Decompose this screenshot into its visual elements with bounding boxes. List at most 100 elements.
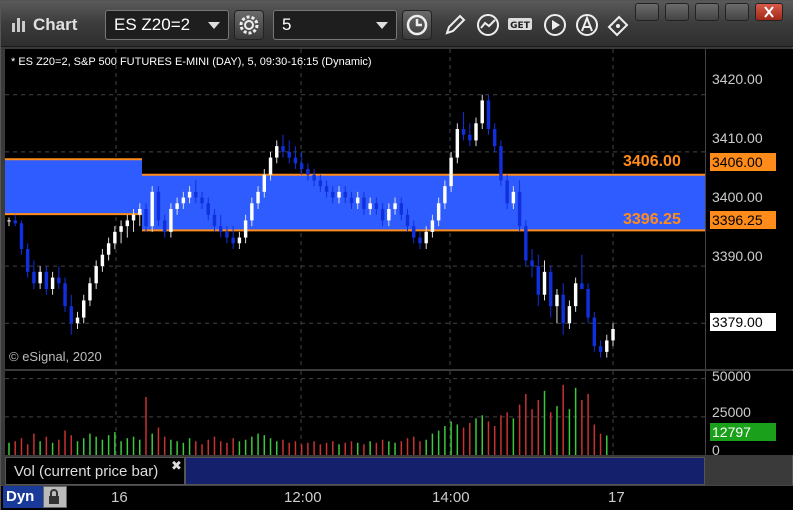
- price-chart-svg[interactable]: [5, 49, 761, 369]
- pin-button[interactable]: [635, 3, 659, 21]
- candle-body: [119, 226, 123, 232]
- maximize-button[interactable]: [725, 3, 749, 21]
- candle-body: [343, 191, 347, 198]
- dynamic-mode-button[interactable]: Dyn: [3, 486, 43, 508]
- chart-app-icon: [12, 18, 25, 32]
- chevron-down-icon[interactable]: [376, 22, 388, 29]
- svg-text:GET: GET: [510, 21, 531, 31]
- candle-body: [418, 237, 422, 244]
- candle-body: [156, 191, 161, 221]
- candle-body: [200, 197, 204, 204]
- candle-body: [237, 237, 242, 244]
- settings-button[interactable]: [234, 10, 264, 40]
- candle-body: [430, 220, 435, 232]
- chevron-down-icon[interactable]: [208, 22, 220, 29]
- title-bar: Chart ES Z20=2 5 GET: [1, 1, 793, 47]
- candle-body: [194, 191, 198, 198]
- candle-body: [387, 209, 391, 221]
- candle-body: [125, 220, 130, 227]
- candle-body: [275, 146, 279, 158]
- candle-body: [355, 197, 360, 204]
- interval-clock-button[interactable]: [402, 10, 432, 40]
- minimize-button[interactable]: [695, 3, 719, 21]
- pencil-icon[interactable]: [441, 11, 469, 39]
- candle-body: [82, 300, 86, 318]
- lower-level-label: 3396.25: [623, 211, 681, 228]
- copyright-text: © eSignal, 2020: [9, 349, 102, 364]
- candle-body: [580, 283, 584, 289]
- price-axis[interactable]: 3420.00 3410.00 3400.00 3390.00 3406.00 …: [705, 49, 793, 369]
- volume-axis[interactable]: 50000 25000 0 12797: [705, 368, 793, 458]
- candle-body: [63, 283, 67, 307]
- candle-body: [474, 123, 478, 141]
- candle-body: [536, 266, 540, 295]
- price-zone: [5, 159, 142, 215]
- candle-body: [505, 180, 509, 204]
- studies-icon[interactable]: [474, 11, 502, 39]
- lower-level-price-label: 3396.25: [710, 211, 776, 229]
- close-icon: [764, 6, 774, 18]
- alert-icon[interactable]: [573, 11, 601, 39]
- candle-body: [530, 260, 534, 267]
- candle-body: [281, 146, 285, 152]
- candle-body: [131, 214, 136, 221]
- candle-body: [511, 191, 516, 204]
- candle-body: [94, 266, 98, 284]
- candle-body: [306, 169, 310, 175]
- candle-body: [218, 226, 223, 232]
- candle-body: [50, 277, 55, 289]
- candle-body: [268, 157, 273, 175]
- close-icon[interactable]: ✖: [171, 458, 182, 474]
- symbol-input[interactable]: ES Z20=2: [105, 10, 229, 40]
- candle-body: [499, 146, 503, 181]
- candle-body: [212, 214, 217, 227]
- candle-body: [106, 243, 111, 255]
- candle-body: [461, 129, 466, 135]
- candle-body: [256, 191, 260, 204]
- candle-body: [32, 271, 36, 284]
- volume-study-tab[interactable]: Vol (current price bar): [5, 457, 185, 485]
- candle-body: [331, 191, 335, 198]
- candle-body: [38, 271, 42, 284]
- candle-body: [605, 340, 609, 352]
- interval-input[interactable]: 5: [273, 10, 397, 40]
- candle-body: [412, 226, 416, 238]
- current-volume-label: 12797: [710, 423, 776, 441]
- close-button[interactable]: [755, 3, 783, 21]
- chart-window: Chart ES Z20=2 5 GET * ES Z20=2, S&P 500…: [0, 0, 793, 510]
- candle-body: [181, 197, 186, 204]
- price-tick: 3390.00: [712, 248, 763, 264]
- price-zone: [141, 174, 761, 231]
- candle-body: [287, 151, 291, 158]
- candle-body: [567, 306, 572, 324]
- get-data-icon[interactable]: GET: [506, 11, 534, 39]
- candle-body: [225, 231, 229, 238]
- candle-body: [517, 191, 522, 227]
- price-tick: 3400.00: [712, 189, 763, 205]
- candle-body: [169, 209, 173, 232]
- candle-body: [262, 174, 267, 192]
- candle-body: [561, 294, 565, 324]
- candle-body: [586, 289, 590, 318]
- restore-button[interactable]: [665, 3, 689, 21]
- candle-body: [88, 283, 92, 301]
- candle-body: [100, 254, 105, 267]
- play-icon[interactable]: [541, 11, 569, 39]
- volume-chart-svg[interactable]: [5, 371, 705, 455]
- candle-body: [349, 197, 354, 204]
- price-chart-pane[interactable]: * ES Z20=2, S&P 500 FUTURES E-MINI (DAY)…: [5, 49, 761, 369]
- candle-body: [324, 186, 329, 192]
- candle-body: [293, 157, 298, 164]
- candle-body: [138, 209, 142, 215]
- candle-body: [405, 214, 410, 227]
- link-icon[interactable]: [605, 11, 633, 39]
- candle-body: [44, 271, 49, 289]
- candle-body: [25, 249, 30, 272]
- lock-icon: [49, 489, 59, 504]
- candle-body: [299, 163, 304, 169]
- volume-pane[interactable]: [5, 371, 705, 455]
- time-tick: 16: [111, 489, 128, 506]
- candle-body: [243, 220, 248, 238]
- candle-body: [362, 197, 366, 209]
- lock-button[interactable]: [43, 486, 67, 508]
